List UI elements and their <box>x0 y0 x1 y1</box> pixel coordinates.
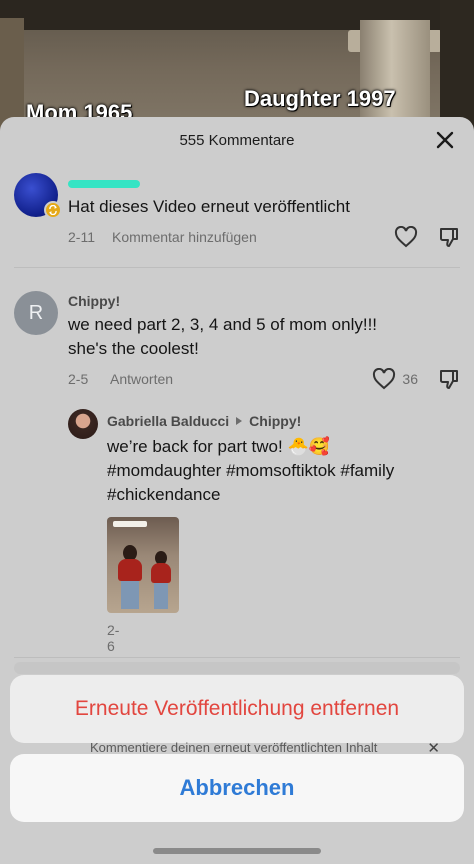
avatar[interactable] <box>68 409 98 439</box>
comments-count-title: 555 Kommentare <box>179 132 295 149</box>
comment-author <box>68 175 460 195</box>
reply-arrow-icon <box>236 417 243 425</box>
comment-text: Hat dieses Video erneut veröffentlicht <box>68 197 350 216</box>
divider <box>14 267 460 268</box>
reply-video-thumbnail[interactable] <box>107 517 179 613</box>
sheet-header: 555 Kommentare <box>0 117 474 163</box>
reply-hashtags-line[interactable]: #chickendance <box>107 483 460 507</box>
thumbnail-caption <box>113 521 147 527</box>
comment-chippy: R Chippy! we need part 2, 3, 4 and 5 of … <box>14 291 460 391</box>
thumbnail-figure-body <box>151 563 171 583</box>
repost-comment-prompt[interactable]: Kommentiere deinen erneut veröffentlicht… <box>90 740 377 755</box>
add-comment-link[interactable]: Kommentar hinzufügen <box>112 229 257 245</box>
obscured-comment-row <box>14 662 460 674</box>
comment-date: 2-11 <box>68 229 95 245</box>
comment-author[interactable]: Chippy! <box>68 293 460 313</box>
reply-link[interactable]: Antworten <box>110 371 173 387</box>
dislike-button[interactable] <box>438 368 460 393</box>
thumbs-down-icon <box>440 228 458 247</box>
reply-date: 2-6 <box>107 622 120 654</box>
remove-repost-button[interactable]: Erneute Veröffentlichung entfernen <box>10 675 464 743</box>
redacted-username <box>68 180 140 189</box>
comment-body: Hat dieses Video erneut veröffentlicht 2… <box>68 175 460 249</box>
comment-meta: 2-11 Kommentar hinzufügen <box>68 226 460 251</box>
heart-icon <box>394 226 418 248</box>
close-icon <box>436 131 454 149</box>
thumbnail-figure-legs <box>154 583 168 609</box>
close-button[interactable] <box>434 129 456 151</box>
reply-text-line: we’re back for part two! 🐣🥰 <box>107 437 330 456</box>
comment-text-line: she's the coolest! <box>68 339 199 358</box>
repost-badge <box>44 201 62 219</box>
repost-icon <box>49 205 57 215</box>
reply-to-user[interactable]: Chippy! <box>249 413 301 429</box>
home-indicator[interactable] <box>153 848 321 854</box>
reply-body: Gabriella Balducci Chippy! we’re back fo… <box>107 411 460 507</box>
comment-body: Chippy! we need part 2, 3, 4 and 5 of mo… <box>68 293 460 391</box>
avatar[interactable]: R <box>14 291 58 335</box>
comment-meta: 2-5 Antworten 36 <box>68 368 460 393</box>
reply-hashtags-line[interactable]: #momdaughter #momsoftiktok #family <box>107 459 460 483</box>
reply-header: Gabriella Balducci Chippy! <box>107 411 460 431</box>
comment-repost: Hat dieses Video erneut veröffentlicht 2… <box>14 173 460 253</box>
heart-icon <box>373 368 396 390</box>
thumbnail-figure-body <box>118 559 142 581</box>
comment-text-line: we need part 2, 3, 4 and 5 of mom only!!… <box>68 315 378 334</box>
cancel-button[interactable]: Abbrechen <box>10 754 464 822</box>
thumbs-down-icon <box>440 370 458 389</box>
dislike-button[interactable] <box>438 226 460 251</box>
comment-date: 2-5 <box>68 371 89 387</box>
like-button[interactable] <box>388 226 418 248</box>
like-button[interactable]: 36 <box>372 368 418 390</box>
like-count: 36 <box>402 371 418 387</box>
thumbnail-figure-legs <box>121 581 139 609</box>
video-overlay-daughter: Daughter 1997 <box>244 86 396 111</box>
divider <box>14 657 460 658</box>
repost-comment-banner: Kommentiere deinen erneut veröffentlicht… <box>72 739 460 757</box>
reply-author[interactable]: Gabriella Balducci <box>107 413 229 429</box>
